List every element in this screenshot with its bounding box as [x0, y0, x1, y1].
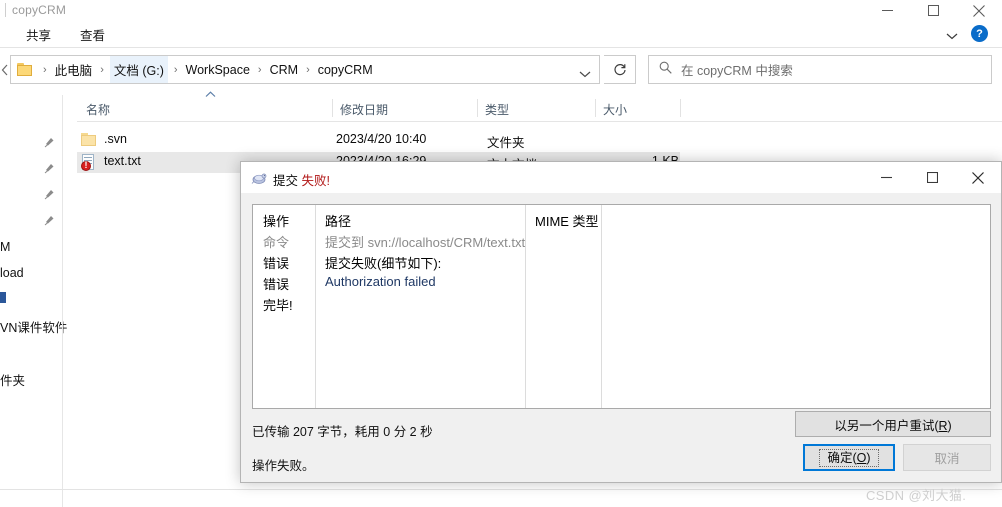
operation-status-text: 操作失败。: [252, 459, 315, 473]
log-row-action: 错误: [263, 256, 290, 271]
text-file-error-icon: [81, 154, 98, 171]
explorer-window-controls: [864, 0, 1002, 21]
maximize-button[interactable]: [910, 0, 956, 21]
dialog-window-controls: [863, 162, 1001, 193]
ok-button-label: 确定(O): [819, 448, 879, 467]
search-input[interactable]: 在 copyCRM 中搜索: [648, 55, 992, 84]
list-column-divider[interactable]: [525, 205, 526, 408]
tab-view[interactable]: 查看: [80, 25, 105, 44]
pane-divider: [62, 95, 63, 507]
column-header-name[interactable]: 名称: [86, 95, 110, 121]
screen-root: copyCRM 共享 查看 ? › 此电脑 › 文档 (G:) › WorkSp…: [0, 0, 1002, 507]
help-icon[interactable]: ?: [971, 25, 988, 42]
nav-item-3[interactable]: VN课件软件: [0, 317, 67, 336]
dialog-close-button[interactable]: [955, 162, 1001, 193]
tab-share[interactable]: 共享: [26, 25, 51, 44]
file-type: 文件夹: [487, 136, 525, 150]
file-name: text.txt: [104, 154, 141, 168]
breadcrumb-separator: ›: [257, 63, 262, 76]
dialog-title-prefix: 提交: [273, 174, 299, 188]
log-row-action: 错误: [263, 277, 290, 292]
explorer-window-title: copyCRM: [12, 3, 67, 17]
file-name: .svn: [104, 132, 127, 146]
dialog-title: 提交 失败!: [273, 170, 330, 189]
ribbon-tab-strip: 共享 查看: [0, 21, 1002, 46]
dialog-minimize-button[interactable]: [863, 162, 909, 193]
breadcrumb-separator: ›: [306, 63, 310, 76]
nav-item-4[interactable]: 件夹: [0, 370, 25, 389]
column-divider[interactable]: [595, 99, 596, 117]
column-header-modified[interactable]: 修改日期: [340, 95, 388, 121]
ribbon-divider: [0, 47, 1002, 48]
cancel-button-label: 取消: [934, 452, 960, 466]
list-column-divider[interactable]: [601, 205, 602, 408]
dialog-title-bar: 提交 失败!: [241, 162, 1001, 193]
close-button[interactable]: [956, 0, 1002, 21]
list-header-action[interactable]: 操作: [263, 211, 289, 230]
minimize-button[interactable]: [864, 0, 910, 21]
address-dropdown-icon[interactable]: [579, 65, 591, 83]
transfer-status-text: 已传输 207 字节，耗用 0 分 2 秒: [252, 425, 433, 439]
commit-log-list[interactable]: 操作 路径 MIME 类型 命令 提交到 svn://localhost/CRM…: [252, 204, 991, 409]
navigation-arrow-icon[interactable]: [1, 63, 9, 81]
caret-up-icon: [205, 90, 216, 101]
table-row[interactable]: .svn 2023/4/20 10:40 文件夹: [77, 130, 680, 151]
folder-icon: [17, 62, 34, 77]
breadcrumb-separator: ›: [100, 63, 104, 76]
file-modified: 2023/4/20 10:40: [336, 132, 427, 146]
breadcrumb-item-2[interactable]: WorkSpace: [184, 63, 252, 77]
explorer-bottom-divider: [0, 489, 1002, 490]
nav-item-1[interactable]: load: [0, 266, 24, 280]
log-row-path: 提交失败(细节如下):: [325, 256, 442, 271]
log-row-action: 命令: [263, 235, 290, 250]
dialog-body: 操作 路径 MIME 类型 命令 提交到 svn://localhost/CRM…: [241, 193, 1001, 482]
nav-item-0[interactable]: M: [0, 240, 10, 254]
search-icon: [659, 61, 672, 79]
column-divider[interactable]: [477, 99, 478, 117]
list-column-divider[interactable]: [315, 205, 316, 408]
refresh-button[interactable]: [604, 55, 636, 84]
tortoise-svn-icon: [251, 170, 267, 185]
column-divider[interactable]: [332, 99, 333, 117]
pin-icon[interactable]: [44, 187, 55, 200]
address-bar[interactable]: › 此电脑 › 文档 (G:) › WorkSpace › CRM › copy…: [10, 55, 600, 84]
pin-icon[interactable]: [44, 213, 55, 226]
log-row-action: 完毕!: [263, 298, 293, 313]
ribbon-expand-icon[interactable]: [946, 27, 958, 45]
log-row-path: Authorization failed: [325, 274, 436, 289]
log-row-path: 提交到 svn://localhost/CRM/text.txt: [325, 235, 526, 250]
explorer-title-bar: copyCRM: [0, 0, 1002, 21]
retry-button-label: 以另一个用户重试(R): [834, 418, 952, 433]
navigation-pane: M load VN课件软件 件夹: [0, 95, 67, 440]
column-header-type[interactable]: 类型: [485, 95, 509, 121]
header-underline: [77, 121, 1002, 122]
ok-button[interactable]: 确定(O): [803, 444, 895, 471]
retry-as-other-user-button[interactable]: 以另一个用户重试(R): [795, 411, 991, 437]
breadcrumb-item-0[interactable]: 此电脑: [53, 60, 95, 79]
dialog-maximize-button[interactable]: [909, 162, 955, 193]
column-divider[interactable]: [680, 99, 681, 117]
title-separator: [5, 3, 6, 17]
cancel-button[interactable]: 取消: [903, 444, 991, 471]
pin-icon[interactable]: [44, 161, 55, 174]
folder-icon: [81, 132, 98, 148]
commit-failed-dialog: 提交 失败! 操作 路径 MIME 类型 命令 提交到 svn://localh…: [240, 161, 1002, 483]
list-header-mime[interactable]: MIME 类型: [535, 211, 599, 230]
pin-icon[interactable]: [44, 135, 55, 148]
breadcrumb-item-3[interactable]: CRM: [268, 63, 300, 77]
dialog-title-status: 失败!: [301, 174, 330, 188]
column-header-size[interactable]: 大小: [603, 95, 627, 121]
breadcrumb-item-1[interactable]: 文档 (G:): [109, 56, 168, 83]
nav-item-2[interactable]: [0, 292, 6, 303]
breadcrumb: › 此电脑 › 文档 (G:) › WorkSpace › CRM › copy…: [17, 56, 375, 83]
list-header-path[interactable]: 路径: [325, 211, 351, 230]
breadcrumb-separator: ›: [173, 63, 178, 76]
breadcrumb-item-4[interactable]: copyCRM: [316, 63, 375, 77]
breadcrumb-separator: ›: [43, 63, 47, 76]
address-bar-row: › 此电脑 › 文档 (G:) › WorkSpace › CRM › copy…: [0, 55, 1002, 85]
search-placeholder: 在 copyCRM 中搜索: [681, 64, 793, 78]
csdn-watermark: CSDN @刘大猫.: [866, 488, 967, 503]
